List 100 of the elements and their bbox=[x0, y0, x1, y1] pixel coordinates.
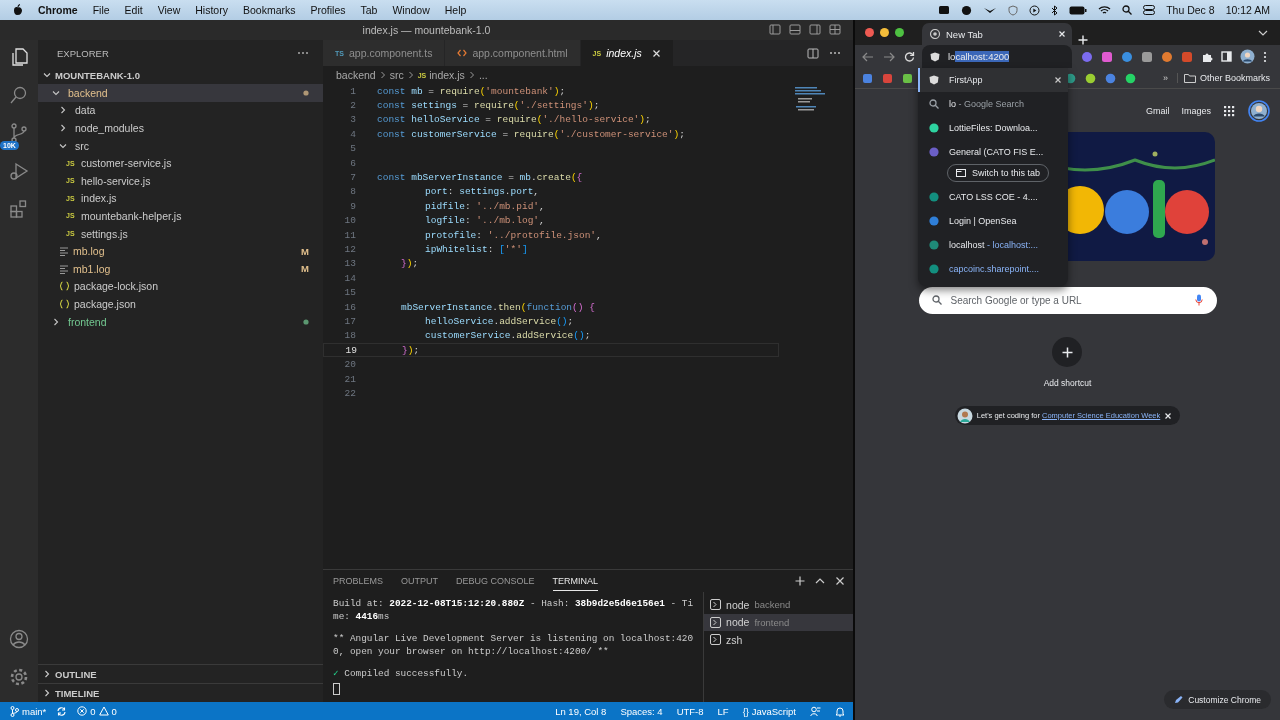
layout-icon[interactable] bbox=[829, 24, 841, 35]
section-header[interactable]: OUTLINE bbox=[38, 664, 323, 683]
minimize-button[interactable] bbox=[880, 28, 889, 37]
more-icon[interactable] bbox=[297, 51, 309, 55]
menu-item[interactable]: Help bbox=[444, 4, 467, 16]
panel-tab[interactable]: OUTPUT bbox=[401, 571, 438, 591]
breadcrumb-item[interactable]: src bbox=[389, 69, 404, 81]
split-editor-icon[interactable] bbox=[807, 47, 819, 59]
tree-item[interactable]: package-lock.json bbox=[38, 277, 323, 296]
workspace-header[interactable]: MOUNTEBANK-1.0 bbox=[38, 66, 323, 84]
forward-icon[interactable] bbox=[883, 51, 895, 62]
tree-item[interactable]: package.json bbox=[38, 295, 323, 313]
battery-icon[interactable] bbox=[1069, 5, 1088, 15]
search-field[interactable]: Search Google or type a URL bbox=[918, 287, 1217, 314]
tree-item[interactable]: data bbox=[38, 101, 323, 120]
suggestion-item[interactable]: FirstApp bbox=[918, 68, 1068, 92]
bookmark-icon[interactable] bbox=[1085, 72, 1096, 84]
bookmark-folder[interactable]: Other Bookmarks bbox=[1177, 73, 1271, 83]
run-debug-icon[interactable] bbox=[8, 160, 30, 182]
bookmark-icon[interactable] bbox=[882, 72, 893, 84]
shield-icon[interactable] bbox=[1008, 4, 1019, 16]
reload-icon[interactable] bbox=[904, 51, 915, 62]
microphone-icon[interactable] bbox=[1194, 294, 1203, 306]
bookmark-icon[interactable] bbox=[902, 72, 913, 84]
avatar-icon[interactable] bbox=[1240, 49, 1255, 64]
bell-icon[interactable] bbox=[835, 705, 845, 717]
settings-icon[interactable] bbox=[8, 666, 30, 688]
bookmark-icon[interactable] bbox=[1105, 72, 1116, 84]
menu-icon[interactable] bbox=[1263, 50, 1267, 63]
suggestion-item[interactable]: capcoinc.sharepoint.... bbox=[918, 257, 1068, 281]
apps-icon[interactable] bbox=[1223, 104, 1236, 118]
extension-icon[interactable] bbox=[1081, 50, 1093, 63]
zoom-button[interactable] bbox=[895, 28, 904, 37]
breadcrumb-item[interactable]: ... bbox=[478, 69, 488, 81]
rectangle-icon[interactable] bbox=[938, 5, 951, 15]
sync-icon[interactable] bbox=[56, 705, 68, 717]
app-menu[interactable]: Chrome bbox=[38, 4, 78, 16]
address-bar[interactable]: localhost:4200 bbox=[922, 45, 1072, 68]
extension-icon[interactable] bbox=[1101, 50, 1113, 63]
tree-item[interactable]: mb1.log M bbox=[38, 259, 323, 278]
extension-icon[interactable] bbox=[1181, 50, 1193, 63]
suggestion-item[interactable]: General (CATO FIS E... bbox=[918, 140, 1068, 164]
extension-icon[interactable] bbox=[1141, 50, 1153, 63]
panel-tab[interactable]: PROBLEMS bbox=[333, 571, 383, 591]
new-tab-icon[interactable] bbox=[1078, 35, 1088, 45]
suggestion-item[interactable]: LottieFiles: Downloa... bbox=[918, 116, 1068, 140]
panel-tab[interactable]: DEBUG CONSOLE bbox=[456, 571, 535, 591]
close-icon[interactable] bbox=[651, 48, 661, 58]
play-icon[interactable] bbox=[1029, 4, 1041, 16]
search-icon[interactable] bbox=[1122, 5, 1133, 15]
plus-icon[interactable] bbox=[795, 576, 805, 586]
tree-item[interactable]: node_modules bbox=[38, 119, 323, 137]
suggestion-item[interactable]: localhost - localhost:... bbox=[918, 233, 1068, 257]
close-icon[interactable] bbox=[1054, 76, 1062, 84]
tree-item[interactable]: backend bbox=[38, 84, 323, 102]
bookmark-icon[interactable] bbox=[862, 72, 873, 84]
layout-icon[interactable] bbox=[789, 24, 801, 35]
editor-tab[interactable]: app.component.html bbox=[445, 40, 581, 66]
breadcrumb-item[interactable]: backend bbox=[336, 69, 376, 81]
back-icon[interactable] bbox=[862, 51, 874, 62]
menu-item[interactable]: Bookmarks bbox=[242, 4, 296, 16]
close-icon[interactable] bbox=[835, 576, 845, 586]
problems-button[interactable]: 0 0 bbox=[77, 705, 117, 717]
menu-item[interactable]: View bbox=[157, 4, 181, 16]
chevron-up-icon[interactable] bbox=[815, 577, 825, 585]
branch-button[interactable]: main* bbox=[10, 705, 47, 717]
header-link[interactable]: Gmail bbox=[1145, 106, 1170, 116]
customize-chrome-button[interactable]: Customize Chrome bbox=[1164, 690, 1271, 709]
status-item[interactable]: UTF-8 bbox=[676, 705, 704, 717]
add-shortcut-button[interactable]: Add shortcut bbox=[1043, 337, 1092, 388]
bluetooth-icon[interactable] bbox=[1051, 4, 1059, 16]
account-icon[interactable] bbox=[8, 628, 30, 650]
header-link[interactable]: Images bbox=[1181, 106, 1211, 116]
extension-icon[interactable] bbox=[1121, 50, 1133, 63]
terminal-session[interactable]: node frontend bbox=[704, 613, 853, 631]
menu-item[interactable]: Tab bbox=[360, 4, 378, 16]
browser-tab[interactable]: New Tab bbox=[922, 23, 1072, 45]
close-button[interactable] bbox=[865, 28, 874, 37]
layout-icon[interactable] bbox=[769, 24, 781, 35]
menu-item[interactable]: Window bbox=[392, 4, 430, 16]
source-control-icon[interactable] bbox=[8, 122, 30, 144]
tree-item[interactable]: frontend bbox=[38, 312, 323, 331]
status-item[interactable]: Ln 19, Col 8 bbox=[555, 705, 607, 717]
bookmark-icon[interactable] bbox=[1125, 72, 1136, 84]
suggestion-item[interactable]: lo - Google Search bbox=[918, 92, 1068, 116]
toggle-icon[interactable] bbox=[1143, 5, 1156, 15]
avatar-icon[interactable] bbox=[1248, 100, 1270, 122]
layout-icon[interactable] bbox=[809, 24, 821, 35]
tree-item[interactable]: src bbox=[38, 136, 323, 155]
panel-tab[interactable]: TERMINAL bbox=[552, 571, 599, 591]
menu-item[interactable]: Edit bbox=[124, 4, 143, 16]
terminal-session[interactable]: node backend bbox=[704, 596, 853, 614]
terminal-session[interactable]: zsh bbox=[704, 631, 853, 649]
more-icon[interactable] bbox=[829, 51, 841, 55]
menu-item[interactable]: File bbox=[92, 4, 110, 16]
wifi-icon[interactable] bbox=[1098, 5, 1112, 15]
tree-item[interactable]: mb.log M bbox=[38, 242, 323, 260]
suggestion-item[interactable]: CATO LSS COE - 4.... bbox=[918, 185, 1068, 209]
menu-item[interactable]: History bbox=[195, 4, 228, 16]
suggestion-item[interactable]: Login | OpenSea bbox=[918, 209, 1068, 233]
